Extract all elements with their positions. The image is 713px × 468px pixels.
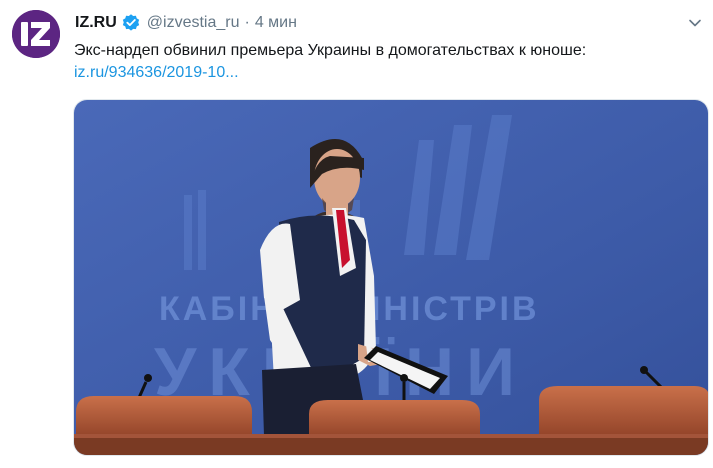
tweet-text: Экс-нардеп обвинил премьера Украины в до… xyxy=(74,40,704,84)
author-handle[interactable]: @izvestia_ru xyxy=(147,14,240,32)
izvestia-logo xyxy=(12,10,60,58)
tweet-body: Экс-нардеп обвинил премьера Украины в до… xyxy=(74,42,587,59)
chevron-down-icon[interactable] xyxy=(688,16,702,30)
separator-dot: · xyxy=(244,14,250,31)
author-name[interactable]: IZ.RU xyxy=(75,14,117,32)
tweet-header: IZ.RU @izvestia_ru · 4 мин xyxy=(75,12,297,34)
press-photo: КАБІНЕТ МІНІСТРІВ УКРАЇНИ xyxy=(74,100,708,455)
verified-badge-icon xyxy=(121,13,141,33)
tweet[interactable]: IZ.RU @izvestia_ru · 4 мин Экс-нардеп об… xyxy=(0,0,713,468)
tweet-link[interactable]: iz.ru/934636/2019-10... xyxy=(74,62,704,84)
avatar[interactable] xyxy=(12,10,60,58)
tweet-media-photo[interactable]: КАБІНЕТ МІНІСТРІВ УКРАЇНИ xyxy=(73,99,709,456)
tweet-timestamp[interactable]: 4 мин xyxy=(255,14,297,32)
